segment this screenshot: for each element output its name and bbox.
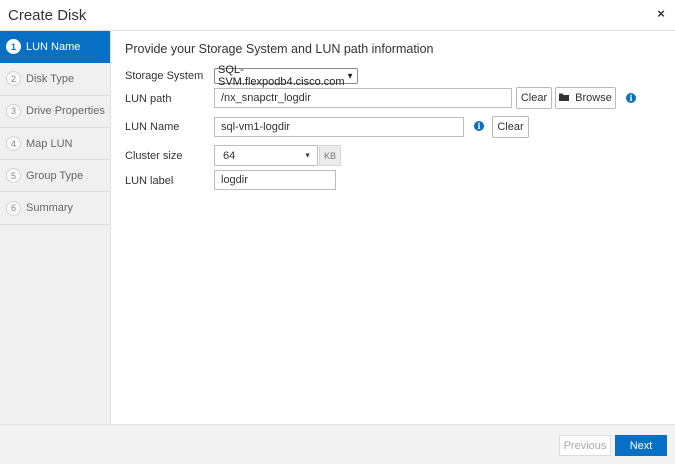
form-heading: Provide your Storage System and LUN path… — [125, 42, 434, 56]
lun-name-input[interactable]: sql-vm1-logdir — [214, 117, 464, 137]
cluster-size-unit: KB — [319, 145, 341, 166]
lun-path-input[interactable]: /nx_snapctr_logdir — [214, 88, 512, 108]
lun-name-clear-button[interactable]: Clear — [492, 116, 529, 138]
lun-label-value: logdir — [221, 174, 248, 186]
previous-button[interactable]: Previous — [559, 435, 611, 456]
step-label: Summary — [26, 202, 74, 215]
close-icon[interactable]: × — [653, 6, 669, 22]
cluster-size-value: 64 — [223, 149, 236, 162]
lun-label-label: LUN label — [125, 175, 174, 187]
step-drive-properties[interactable]: 3 Drive Properties — [0, 96, 110, 128]
storage-system-select[interactable]: SQL-SVM.flexpodb4.cisco.com ▼ — [214, 64, 358, 88]
step-label: Group Type — [26, 169, 84, 182]
step-number: 2 — [6, 71, 21, 87]
form-panel: Provide your Storage System and LUN path… — [112, 31, 675, 424]
cluster-size-dropdown[interactable]: 64 ▼ — [214, 145, 318, 166]
cluster-size-label: Cluster size — [125, 150, 183, 162]
storage-system-value: SQL-SVM.flexpodb4.cisco.com — [218, 64, 345, 88]
step-summary[interactable]: 6 Summary — [0, 192, 110, 225]
step-number: 6 — [6, 200, 21, 216]
next-button[interactable]: Next — [615, 435, 667, 456]
step-label: Map LUN — [26, 137, 73, 150]
browse-label: Browse — [575, 92, 612, 104]
dialog-title: Create Disk — [8, 7, 87, 24]
lun-path-info-icon[interactable]: i — [626, 93, 636, 103]
folder-icon — [559, 93, 570, 103]
wizard-steps-sidebar: 1 LUN Name 2 Disk Type 3 Drive Propertie… — [0, 31, 111, 424]
lun-name-label: LUN Name — [125, 121, 180, 133]
lun-path-label: LUN path — [125, 93, 172, 105]
step-lun-name[interactable]: 1 LUN Name — [0, 31, 110, 64]
step-group-type[interactable]: 5 Group Type — [0, 160, 110, 193]
caret-down-icon: ▼ — [304, 152, 311, 159]
chevron-down-icon: ▼ — [346, 71, 354, 81]
storage-system-label: Storage System — [125, 70, 204, 82]
lun-path-value: /nx_snapctr_logdir — [221, 92, 311, 104]
lun-name-value: sql-vm1-logdir — [221, 121, 291, 133]
lun-label-input[interactable]: logdir — [214, 170, 336, 190]
step-number: 4 — [6, 136, 21, 152]
step-number: 5 — [6, 168, 21, 184]
step-label: Disk Type — [26, 72, 75, 85]
step-map-lun[interactable]: 4 Map LUN — [0, 128, 110, 161]
step-number: 3 — [6, 103, 21, 119]
lun-name-info-icon[interactable]: i — [474, 121, 484, 131]
dialog-titlebar: Create Disk × — [0, 0, 675, 31]
step-number: 1 — [6, 39, 21, 55]
step-label: LUN Name — [26, 40, 81, 53]
lun-path-clear-button[interactable]: Clear — [516, 87, 552, 109]
step-disk-type[interactable]: 2 Disk Type — [0, 63, 110, 96]
browse-button[interactable]: Browse — [555, 87, 616, 109]
step-label: Drive Properties — [26, 105, 105, 118]
dialog-footer: Previous Next — [0, 424, 675, 464]
